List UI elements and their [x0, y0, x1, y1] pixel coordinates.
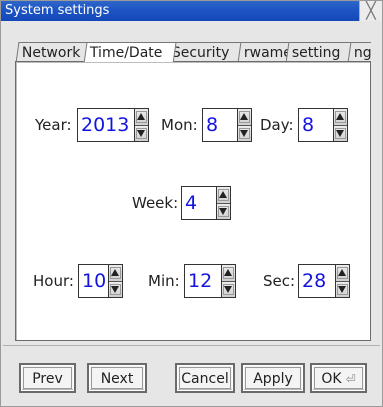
divider — [3, 345, 380, 346]
close-icon[interactable]: ╳ — [359, 1, 382, 21]
tab-security[interactable]: Security — [165, 42, 249, 62]
window-title: System settings — [5, 3, 110, 18]
day-value[interactable]: 8 — [298, 108, 334, 142]
tab-bar: Network Time/Date Security rwame setting… — [15, 42, 371, 62]
hour-up-arrow-icon[interactable] — [109, 265, 122, 282]
cancel-button[interactable]: Cancel — [175, 363, 235, 393]
day-spinbox[interactable]: 8 — [298, 108, 348, 142]
year-label: Year: — [35, 116, 72, 134]
second-up-arrow-icon[interactable] — [336, 265, 349, 282]
week-spinbox[interactable]: 4 — [181, 186, 231, 220]
year-value[interactable]: 2013 — [77, 108, 135, 142]
hour-down-arrow-icon[interactable] — [109, 281, 122, 297]
month-up-arrow-icon[interactable] — [238, 109, 251, 126]
tab-network[interactable]: Network — [15, 42, 95, 62]
month-spinbox[interactable]: 8 — [202, 108, 252, 142]
hour-value[interactable]: 10 — [78, 264, 109, 298]
day-down-arrow-icon[interactable] — [334, 125, 347, 141]
month-label: Mon: — [161, 116, 198, 134]
minute-label: Min: — [148, 272, 180, 290]
hour-spinbox[interactable]: 10 — [78, 264, 123, 298]
second-down-arrow-icon[interactable] — [336, 281, 349, 297]
year-down-arrow-icon[interactable] — [135, 125, 148, 141]
minute-spinbox[interactable]: 12 — [184, 264, 236, 298]
ok-button[interactable]: OK ⏎ — [310, 363, 367, 393]
week-label: Week: — [132, 194, 179, 212]
week-value[interactable]: 4 — [181, 186, 217, 220]
month-value[interactable]: 8 — [202, 108, 238, 142]
month-down-arrow-icon[interactable] — [238, 125, 251, 141]
second-label: Sec: — [263, 272, 296, 290]
week-down-arrow-icon[interactable] — [217, 203, 230, 219]
week-up-arrow-icon[interactable] — [217, 187, 230, 204]
settings-window: System settings ╳ Network Time/Date Secu… — [0, 0, 383, 407]
minute-value[interactable]: 12 — [184, 264, 222, 298]
year-up-arrow-icon[interactable] — [135, 109, 148, 126]
day-up-arrow-icon[interactable] — [334, 109, 347, 126]
tab-time-date[interactable]: Time/Date — [83, 42, 177, 62]
minute-up-arrow-icon[interactable] — [222, 265, 235, 282]
year-spinbox[interactable]: 2013 — [77, 108, 149, 142]
minute-down-arrow-icon[interactable] — [222, 281, 235, 297]
second-spinbox[interactable]: 28 — [298, 264, 350, 298]
apply-button[interactable]: Apply — [241, 363, 305, 393]
second-value[interactable]: 28 — [298, 264, 336, 298]
next-button[interactable]: Next — [87, 363, 147, 393]
hour-label: Hour: — [33, 272, 74, 290]
title-bar: System settings ╳ — [1, 1, 382, 21]
tab-more[interactable]: ng — [347, 42, 371, 62]
day-label: Day: — [260, 116, 294, 134]
prev-button[interactable]: Prev — [19, 363, 76, 393]
button-bar: Prev Next Cancel Apply OK ⏎ — [1, 351, 382, 401]
